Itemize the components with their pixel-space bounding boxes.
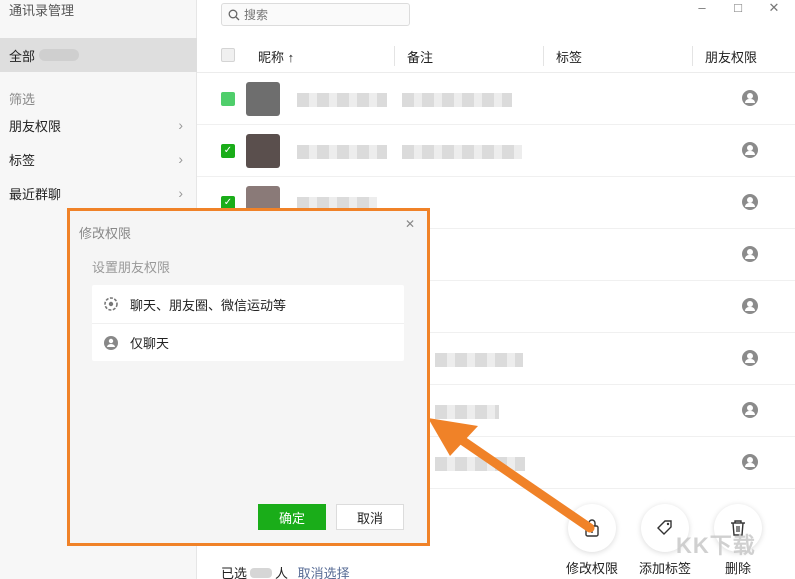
moments-icon [104,297,118,311]
permission-icon [742,142,758,158]
window-controls: – □ ✕ [695,0,781,16]
permission-options: 聊天、朋友圈、微信运动等 仅聊天 [92,285,404,361]
tag-icon [657,520,672,535]
confirm-button[interactable]: 确定 [258,504,326,530]
count-badge [39,49,80,61]
remark-blurred [402,93,512,107]
sidebar-item-label: 标签 [9,152,36,168]
search-box[interactable] [221,3,410,26]
avatar [246,134,280,168]
close-button[interactable]: ✕ [767,0,781,16]
chevron-right-icon: › [178,117,183,133]
sidebar-item-label: 最近群聊 [9,186,62,202]
permission-icon [742,90,758,106]
nickname-blurred [435,353,523,367]
action-label: 添加标签 [638,561,691,576]
permission-icon [742,298,758,314]
search-input[interactable] [244,7,394,22]
table-row[interactable]: ✓ [197,125,795,177]
column-remark: 备注 [407,50,434,65]
table-header: 昵称 ↑ 备注 标签 朋友权限 [197,40,795,73]
minimize-button[interactable]: – [695,0,709,16]
permission-icon [742,246,758,262]
cancel-selection-link[interactable]: 取消选择 [298,566,350,579]
sidebar-item-friend-permission[interactable]: 朋友权限 › [0,110,197,140]
option-chat-only[interactable]: 仅聊天 [92,323,404,361]
permission-icon [742,454,758,470]
dialog-title: 修改权限 [79,226,132,241]
action-label: 删除 [724,561,751,576]
dialog-close-button[interactable]: ✕ [405,217,415,231]
row-checkbox[interactable] [221,92,235,106]
sidebar-item-label: 朋友权限 [9,118,62,134]
table-row[interactable] [197,73,795,125]
maximize-button[interactable]: □ [731,0,745,16]
filter-section-label: 筛选 [9,92,36,107]
column-permission: 朋友权限 [705,50,758,65]
cancel-button[interactable]: 取消 [336,504,404,530]
permission-icon [742,350,758,366]
selected-count [250,568,273,578]
chat-only-icon [104,335,118,350]
row-checkbox[interactable]: ✓ [221,144,235,158]
column-nickname[interactable]: 昵称 ↑ [258,47,294,66]
select-all-checkbox[interactable] [221,48,235,62]
option-full-permission[interactable]: 聊天、朋友圈、微信运动等 [92,285,404,323]
avatar [246,82,280,116]
remark-blurred [402,145,522,159]
dialog-subtitle: 设置朋友权限 [92,260,171,275]
chevron-right-icon: › [178,185,183,201]
sidebar-item-all[interactable]: 全部 [0,38,197,72]
sidebar-item-tags[interactable]: 标签 › [0,144,197,174]
watermark-logo: KK下载 [676,533,756,558]
modify-permission-dialog: 修改权限 ✕ 设置朋友权限 聊天、朋友圈、微信运动等 仅聊天 确定 取消 [67,208,430,546]
search-icon [228,9,240,20]
option-label: 聊天、朋友圈、微信运动等 [130,297,287,313]
nickname-blurred [297,93,387,107]
selection-summary: 已选人 取消选择 [221,566,350,579]
action-label: 修改权限 [565,561,618,576]
option-label: 仅聊天 [130,336,170,351]
sidebar-item-recent-groups[interactable]: 最近群聊 › [0,178,197,208]
permission-icon [742,194,758,210]
sidebar-item-label: 全部 [9,48,36,64]
permission-icon [742,402,758,418]
app-title: 通讯录管理 [9,3,75,18]
column-tags: 标签 [556,50,583,65]
nickname-blurred [297,145,387,159]
annotation-arrow [428,418,595,533]
chevron-right-icon: › [178,151,183,167]
